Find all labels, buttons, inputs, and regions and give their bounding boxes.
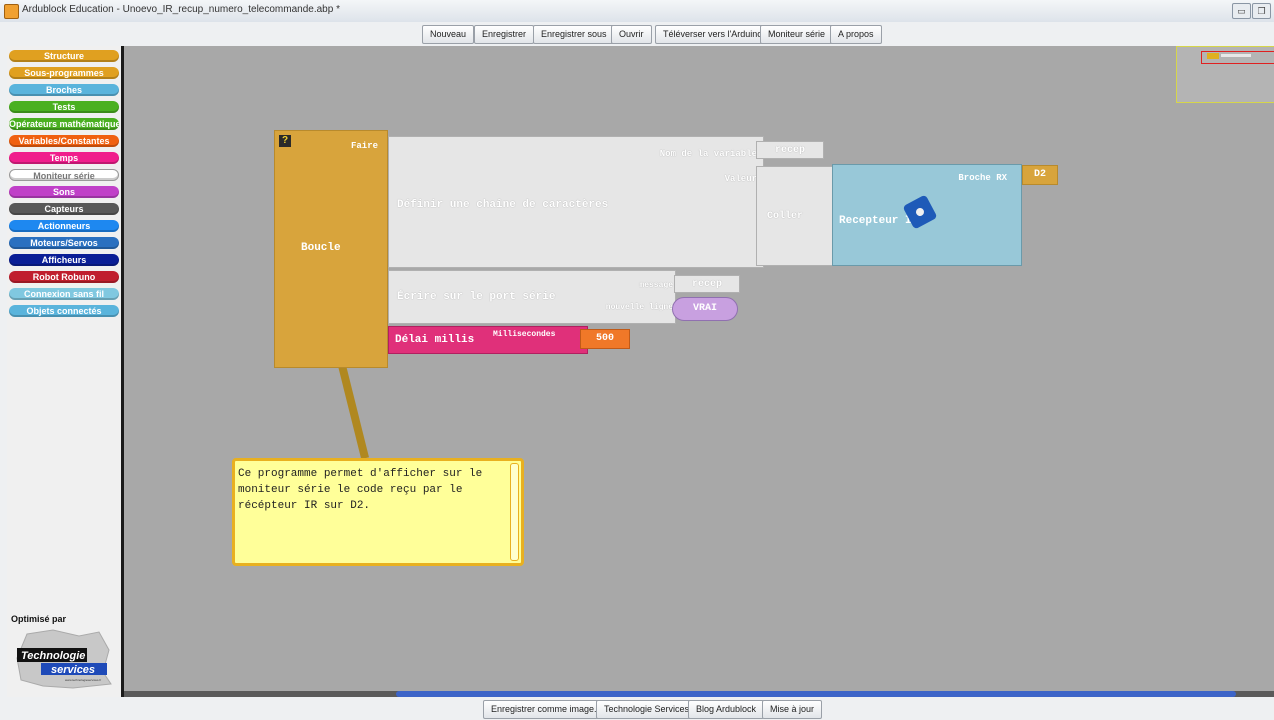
window-title: Ardublock Education - Unoevo_IR_recup_nu…: [22, 4, 340, 15]
svg-text:Technologie: Technologie: [21, 650, 85, 662]
nouvelle-ligne-label: nouvelle ligne: [605, 303, 673, 312]
milliseconds-label: Millisecondes: [493, 330, 556, 339]
minimap-block: [1207, 53, 1219, 59]
recepteur-ir-label: Recepteur IR: [839, 215, 919, 227]
define-string-label: Définir une chaîne de caractères: [397, 199, 609, 211]
variable-name-label: Nom de la variable: [659, 149, 757, 159]
boucle-block[interactable]: ? Faire Boucle: [274, 130, 388, 368]
palette-category-button[interactable]: Robot Robuno: [9, 271, 119, 283]
valeur-label: Valeur: [724, 174, 757, 184]
optimise-label: Optimisé par: [11, 614, 67, 624]
svg-text:www.technologieservices.fr: www.technologieservices.fr: [65, 678, 101, 682]
minimap-block: [1221, 54, 1251, 57]
palette-category-button[interactable]: Tests: [9, 101, 119, 113]
palette-category-button[interactable]: Actionneurs: [9, 220, 119, 232]
faire-label: Faire: [351, 141, 379, 151]
technologie-services-button[interactable]: Technologie Services: [596, 700, 698, 719]
toolbar: Nouveau Enregistrer Enregistrer sous Ouv…: [0, 22, 1274, 46]
coller-label: Coller: [767, 211, 804, 222]
save-as-button[interactable]: Enregistrer sous: [533, 25, 615, 44]
broche-rx-value[interactable]: D2: [1022, 165, 1058, 185]
nouvelle-ligne-value[interactable]: VRAI: [672, 297, 738, 321]
save-button[interactable]: Enregistrer: [474, 25, 535, 44]
palette-category-button[interactable]: Capteurs: [9, 203, 119, 215]
palette-category-button[interactable]: Moteurs/Servos: [9, 237, 119, 249]
serial-write-label: Écrire sur le port série: [397, 291, 556, 303]
comment-text: Ce programme permet d'afficher sur le mo…: [238, 468, 483, 512]
upload-button[interactable]: Téléverser vers l'Arduino: [655, 25, 771, 44]
milliseconds-value[interactable]: 500: [580, 329, 630, 349]
palette-category-button[interactable]: Sous-programmes: [9, 67, 119, 79]
update-button[interactable]: Mise à jour: [762, 700, 823, 719]
title-bar: Ardublock Education - Unoevo_IR_recup_nu…: [0, 0, 1274, 23]
block-palette: Structure Sous-programmes Broches Tests Opér…: [7, 46, 124, 697]
maximize-icon[interactable]: ❐: [1252, 3, 1271, 19]
help-icon[interactable]: ?: [279, 135, 291, 147]
boucle-label: Boucle: [301, 242, 341, 254]
open-button[interactable]: Ouvrir: [611, 25, 652, 44]
define-string-block[interactable]: Définir une chaîne de caractères Nom de …: [388, 136, 764, 268]
delay-millis-label: Délai millis: [395, 334, 475, 346]
palette-category-button[interactable]: Connexion sans fil: [9, 288, 119, 300]
variable-name-value[interactable]: recep: [756, 141, 824, 159]
delay-millis-block[interactable]: Délai millis Millisecondes: [388, 326, 588, 354]
palette-category-button[interactable]: Opérateurs mathématiques: [9, 118, 119, 130]
palette-category-button[interactable]: Temps: [9, 152, 119, 164]
comment-scrollbar[interactable]: [510, 463, 519, 561]
message-value[interactable]: recep: [674, 275, 740, 293]
broche-rx-label: Broche RX: [958, 173, 1007, 183]
palette-category-button[interactable]: Moniteur série: [9, 169, 119, 181]
about-button[interactable]: A propos: [830, 25, 882, 44]
serial-write-block[interactable]: Écrire sur le port série message nouvell…: [388, 270, 676, 324]
coller-block[interactable]: Coller: [756, 166, 836, 266]
palette-category-button[interactable]: Objets connectés: [9, 305, 119, 317]
svg-text:services: services: [51, 664, 95, 676]
minimize-icon[interactable]: ▭: [1232, 3, 1251, 19]
palette-category-button[interactable]: Structure: [9, 50, 119, 62]
palette-category-button[interactable]: Broches: [9, 84, 119, 96]
message-label: message: [639, 281, 673, 290]
save-as-image-button[interactable]: Enregistrer comme image...: [483, 700, 610, 719]
blog-ardublock-button[interactable]: Blog Ardublock: [688, 700, 765, 719]
new-button[interactable]: Nouveau: [422, 25, 475, 44]
palette-category-button[interactable]: Afficheurs: [9, 254, 119, 266]
comment-box[interactable]: Ce programme permet d'afficher sur le mo…: [232, 458, 524, 566]
minimap[interactable]: [1176, 46, 1274, 103]
bottom-bar: Enregistrer comme image... Technologie S…: [0, 697, 1274, 720]
technologie-services-logo: Technologie services www.technologieserv…: [13, 628, 117, 690]
app-icon: [4, 4, 19, 19]
palette-category-button[interactable]: Sons: [9, 186, 119, 198]
workspace-canvas[interactable]: ? Faire Boucle Définir une chaîne de car…: [124, 46, 1274, 691]
recepteur-ir-block[interactable]: Broche RX Recepteur IR: [832, 164, 1022, 266]
palette-category-button[interactable]: Variables/Constantes: [9, 135, 119, 147]
serial-monitor-button[interactable]: Moniteur série: [760, 25, 834, 44]
comment-connector: [338, 364, 369, 460]
